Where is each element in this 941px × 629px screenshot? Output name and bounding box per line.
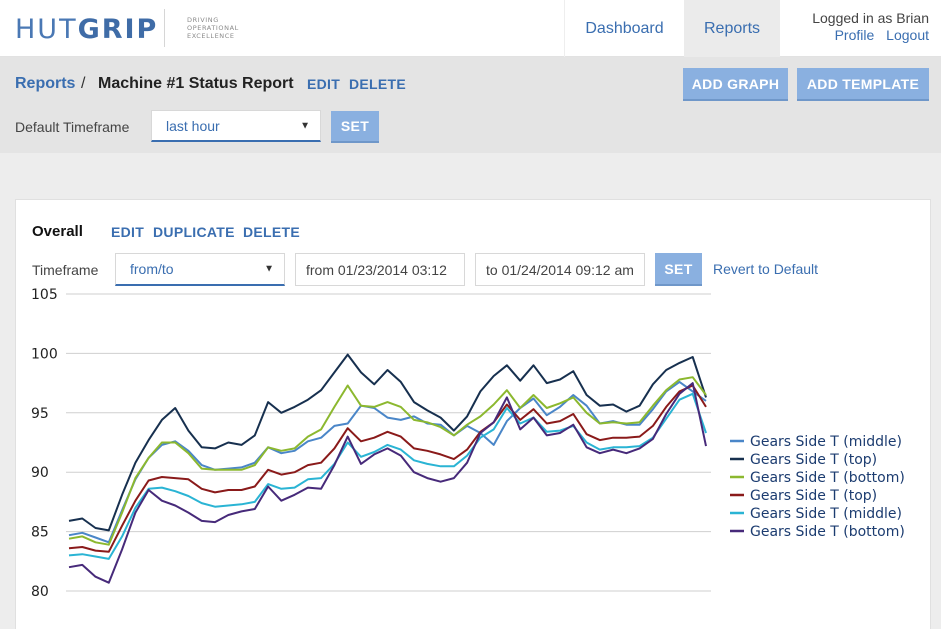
edit-report-link[interactable]: EDIT bbox=[307, 76, 340, 92]
set-default-timeframe-button[interactable]: SET bbox=[331, 111, 379, 143]
graph-card: Overall EDIT DUPLICATE DELETE Timeframe … bbox=[15, 199, 931, 629]
logo-tagline: DRIVING OPERATIONAL EXCELLENCE bbox=[187, 16, 239, 40]
top-navigation-bar: HUTGRIP DRIVING OPERATIONAL EXCELLENCE D… bbox=[0, 0, 941, 57]
line-chart: 80 85 90 95 100 105 Gears Side T (middle) Gears… bbox=[31, 287, 905, 600]
user-account-block: Logged in as Brian Profile Logout bbox=[812, 10, 929, 44]
add-template-button[interactable]: ADD TEMPLATE bbox=[797, 68, 929, 101]
series-line bbox=[68, 384, 707, 553]
logo-divider bbox=[164, 9, 165, 47]
y-tick-label: 105 bbox=[31, 287, 58, 303]
hutgrip-logo[interactable]: HUTGRIP bbox=[15, 14, 158, 45]
tagline-line-1: DRIVING bbox=[187, 16, 219, 24]
profile-link[interactable]: Profile bbox=[835, 27, 875, 43]
report-title: Machine #1 Status Report bbox=[98, 75, 294, 92]
legend-entry: Gears Side T (top) bbox=[750, 452, 877, 468]
logged-in-user: Logged in as Brian bbox=[812, 10, 929, 26]
default-timeframe-label: Default Timeframe bbox=[15, 119, 130, 135]
caret-down-icon: ▼ bbox=[300, 120, 310, 131]
legend-entry: Gears Side T (middle) bbox=[750, 506, 902, 522]
default-timeframe-select[interactable]: last hour ▼ bbox=[151, 110, 321, 142]
delete-report-link[interactable]: DELETE bbox=[349, 76, 406, 92]
logo-text-light: HUT bbox=[15, 14, 78, 45]
default-timeframe-value: last hour bbox=[166, 117, 220, 134]
y-tick-label: 100 bbox=[31, 346, 58, 362]
legend-entry: Gears Side T (middle) bbox=[750, 434, 902, 450]
add-graph-button[interactable]: ADD GRAPH bbox=[683, 68, 788, 101]
legend-entry: Gears Side T (bottom) bbox=[750, 470, 905, 486]
y-tick-label: 80 bbox=[31, 584, 49, 600]
legend-entry: Gears Side T (top) bbox=[750, 488, 877, 504]
series-line bbox=[68, 380, 707, 544]
series-line bbox=[68, 376, 707, 546]
nav-tab-dashboard[interactable]: Dashboard bbox=[564, 0, 684, 57]
breadcrumb-reports-link[interactable]: Reports bbox=[15, 75, 75, 93]
tagline-line-2: OPERATIONAL bbox=[187, 24, 239, 32]
y-tick-label: 95 bbox=[31, 406, 49, 422]
legend-entry: Gears Side T (bottom) bbox=[750, 524, 905, 540]
logo-text-bold: GRIP bbox=[77, 14, 159, 45]
report-toolbar: Reports / Machine #1 Status Report EDIT … bbox=[0, 57, 941, 153]
logout-link[interactable]: Logout bbox=[886, 27, 929, 43]
y-tick-label: 85 bbox=[31, 525, 49, 541]
y-tick-label: 90 bbox=[31, 465, 49, 481]
tagline-line-3: EXCELLENCE bbox=[187, 32, 235, 40]
breadcrumb-separator: / bbox=[81, 75, 86, 92]
nav-tab-reports[interactable]: Reports bbox=[684, 0, 780, 57]
